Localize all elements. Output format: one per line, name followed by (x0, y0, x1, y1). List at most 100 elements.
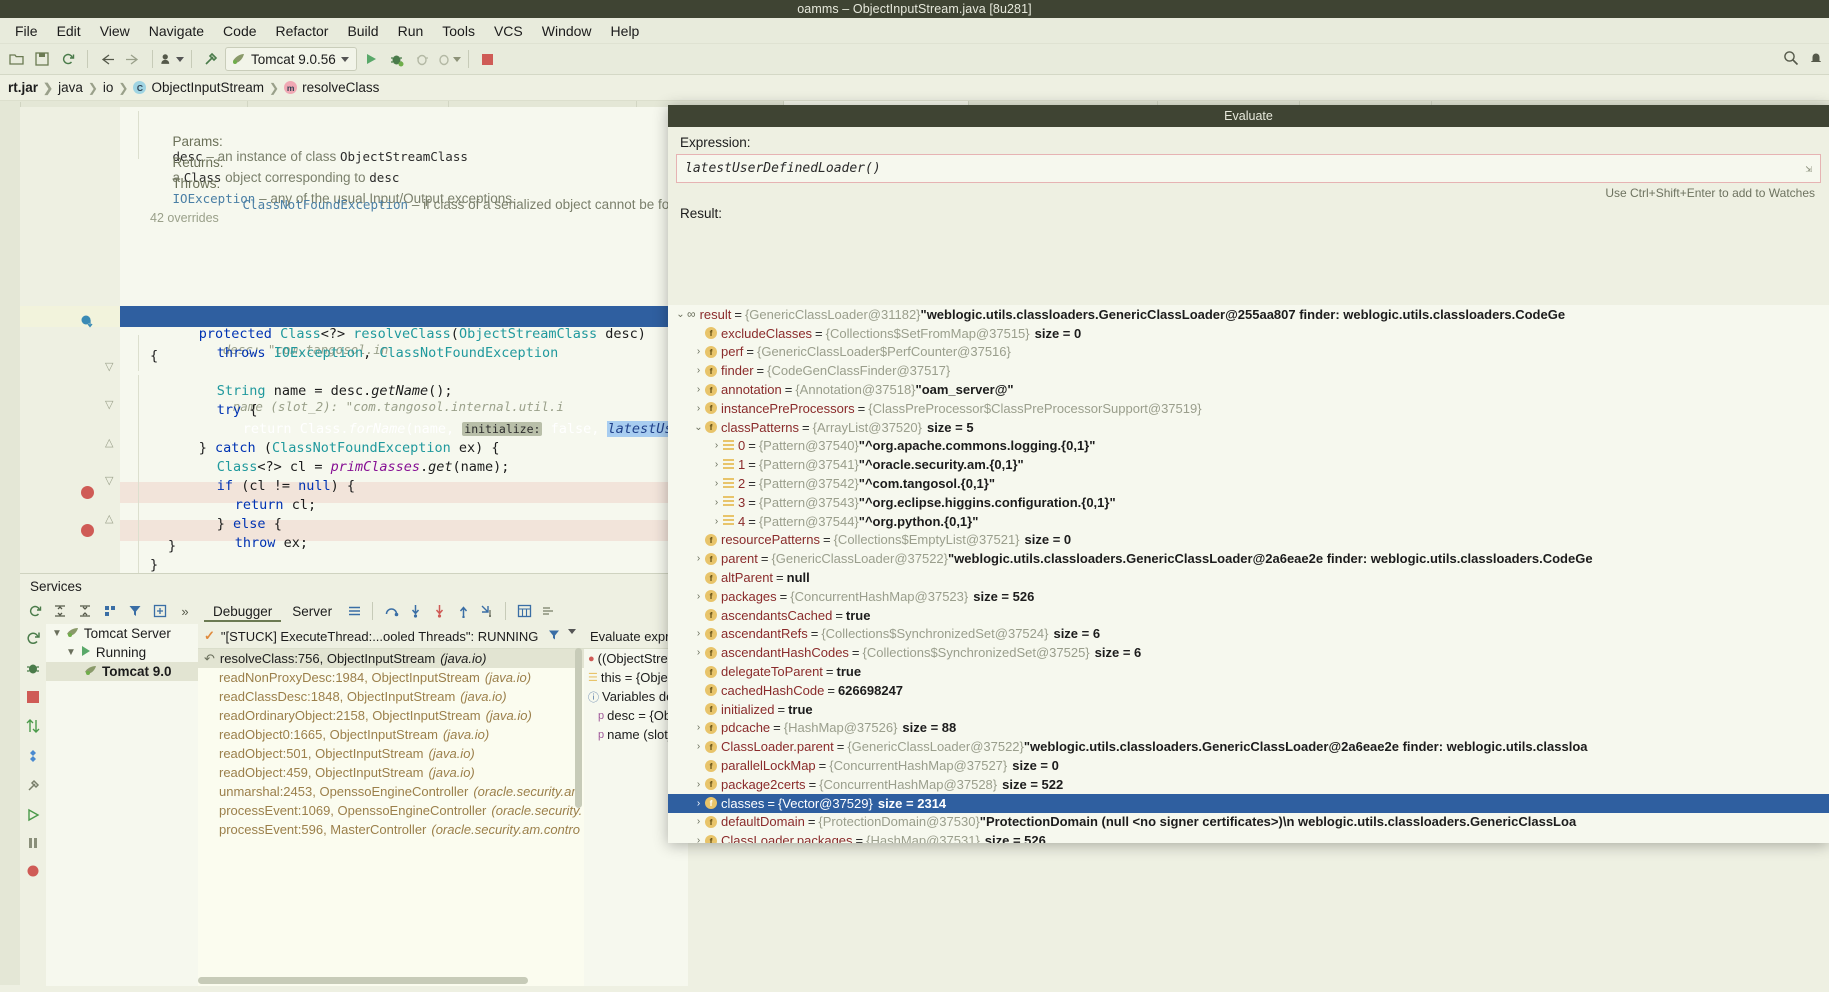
tab-server[interactable]: Server (283, 601, 341, 622)
chevron-right-icon[interactable]: › (692, 798, 705, 809)
breadcrumb-item-objectinputstream[interactable]: C ObjectInputStream ❯ (133, 80, 279, 95)
result-tree-row[interactable]: f resourcePatterns = {Collections$EmptyList… (668, 531, 1829, 550)
services-tree-row-running[interactable]: ▼ Running (46, 643, 198, 662)
stop-icon[interactable] (26, 690, 40, 707)
frame-row-9[interactable]: processEvent:596, MasterController (orac… (198, 820, 584, 839)
expand-editor-icon[interactable]: ⇲ (1805, 162, 1820, 175)
build-hammer-icon[interactable] (199, 47, 223, 71)
fold-marker-761[interactable]: △ (105, 512, 113, 525)
add-icon[interactable] (149, 600, 171, 622)
evaluate-icon[interactable] (513, 600, 535, 622)
chevron-right-icon[interactable]: › (692, 722, 705, 733)
force-step-into-icon[interactable] (428, 600, 450, 622)
chevron-right-icon[interactable]: › (710, 478, 723, 489)
result-tree-row[interactable]: › f defaultDomain = {ProtectionDomain@37530}… (668, 813, 1829, 832)
result-tree-row[interactable]: › f annotation = {Annotation@37518} "oam_ser… (668, 380, 1829, 399)
breakpoint-icon-762[interactable] (81, 524, 94, 537)
frame-row-0[interactable]: ↶ resolveClass:756, ObjectInputStream (j… (198, 649, 584, 668)
search-icon[interactable] (1783, 50, 1799, 69)
result-tree-row[interactable]: f cachedHashCode = 626698247 (668, 681, 1829, 700)
result-tree-row[interactable]: › f ClassLoader.parent = {GenericClassLoader… (668, 737, 1829, 756)
result-tree-row[interactable]: › 2 = {Pattern@37542} "^com.tangosol.{0,1}" (668, 474, 1829, 493)
result-tree-row[interactable]: › f perf = {GenericClassLoader$PerfCounter@3… (668, 343, 1829, 362)
menu-refactor[interactable]: Refactor (267, 20, 338, 42)
sync-icon[interactable] (56, 47, 80, 71)
group-icon[interactable] (99, 600, 121, 622)
result-tree-row[interactable]: › f ClassLoader.packages = {HashMap@37531} si… (668, 831, 1829, 843)
breadcrumb-item-resolveclass[interactable]: m resolveClass (284, 80, 379, 95)
chevron-right-icon[interactable]: › (710, 440, 723, 451)
debug-icon[interactable] (25, 660, 41, 679)
stop-icon[interactable] (476, 47, 500, 71)
menu-window[interactable]: Window (533, 20, 601, 42)
chevron-down-icon[interactable] (340, 56, 349, 62)
services-tree-row-tomcat-instance[interactable]: Tomcat 9.0 (46, 662, 198, 681)
result-tree-row[interactable]: › 1 = {Pattern@37541} "^oracle.security.am.… (668, 455, 1829, 474)
overrides-gutter-label[interactable]: 42 overrides (150, 211, 219, 225)
profile-icon[interactable] (160, 47, 184, 71)
result-tree-row[interactable]: › 3 = {Pattern@37543} "^org.eclipse.higgins… (668, 493, 1829, 512)
menu-build[interactable]: Build (338, 20, 387, 42)
result-tree-row[interactable]: › f package2certs = {ConcurrentHashMap@37528… (668, 775, 1829, 794)
javadoc-throws-link-2[interactable]: ClassNotFoundException (243, 197, 409, 212)
chevron-down-icon[interactable]: ⌄ (674, 309, 687, 320)
chevron-down-icon[interactable]: ▼ (52, 628, 62, 639)
pause-icon[interactable] (26, 836, 40, 853)
result-tree-row[interactable]: › f packages = {ConcurrentHashMap@37523} size… (668, 587, 1829, 606)
mute-breakpoints-icon[interactable] (537, 600, 559, 622)
result-tree-row[interactable]: › 4 = {Pattern@37544} "^org.python.{0,1}" (668, 512, 1829, 531)
menu-tools[interactable]: Tools (433, 20, 484, 42)
chevron-right-icon[interactable]: › (692, 628, 705, 639)
chevron-right-icon[interactable]: › (692, 816, 705, 827)
fold-marker-757[interactable]: △ (105, 436, 113, 449)
result-tree-row[interactable]: ⌄ ∞ result = {GenericClassLoader@31182} "web… (668, 305, 1829, 324)
more-icon[interactable]: » (174, 600, 196, 622)
menu-file[interactable]: File (6, 20, 47, 42)
run-configuration-selector[interactable]: Tomcat 9.0.56 (225, 47, 357, 71)
run-icon[interactable] (359, 47, 383, 71)
result-tree-row[interactable]: › f finder = {CodeGenClassFinder@37517} (668, 361, 1829, 380)
chevron-right-icon[interactable]: › (692, 779, 705, 790)
menu-edit[interactable]: Edit (48, 20, 90, 42)
fold-marker-755[interactable]: ▽ (105, 398, 113, 411)
step-icon[interactable] (25, 718, 41, 737)
menu-run[interactable]: Run (389, 20, 433, 42)
services-tree-row-tomcat-server[interactable]: ▼ Tomcat Server (46, 624, 198, 643)
settings-icon[interactable] (25, 778, 41, 797)
chevron-right-icon[interactable]: › (710, 497, 723, 508)
result-tree[interactable]: ⌄ ∞ result = {GenericClassLoader@31182} "web… (668, 305, 1829, 843)
breadcrumb-item-rtjar[interactable]: rt.jar ❯ (8, 80, 53, 95)
frame-row-2[interactable]: readClassDesc:1848, ObjectInputStream (j… (198, 687, 584, 706)
filter-icon[interactable] (548, 629, 560, 644)
expression-input[interactable]: latestUserDefinedLoader() ⇲ (676, 154, 1821, 183)
frame-row-1[interactable]: readNonProxyDesc:1984, ObjectInputStream… (198, 668, 584, 687)
frames-horizontal-scrollbar[interactable] (198, 977, 528, 984)
menu-navigate[interactable]: Navigate (140, 20, 213, 42)
frames-scrollbar[interactable] (575, 648, 582, 808)
chevron-right-icon[interactable]: › (710, 459, 723, 470)
result-tree-row[interactable]: › f parent = {GenericClassLoader@37522} "web… (668, 549, 1829, 568)
result-tree-row[interactable]: › f ascendantHashCodes = {Collections$Synchr… (668, 643, 1829, 662)
frame-row-7[interactable]: unmarshal:2453, OpenssoEngineController … (198, 782, 584, 801)
step-out-icon[interactable] (452, 600, 474, 622)
chevron-down-icon[interactable]: ▼ (66, 647, 76, 658)
open-folder-icon[interactable] (4, 47, 28, 71)
menu-help[interactable]: Help (602, 20, 649, 42)
sidebar-item-project[interactable]: Project (0, 110, 6, 146)
result-tree-row[interactable]: › f classes = {Vector@37529} size = 2314 (668, 793, 1829, 813)
chevron-right-icon[interactable]: › (692, 384, 705, 395)
result-tree-row[interactable]: ⌄ f classPatterns = {ArrayList@37520} size = … (668, 418, 1829, 437)
result-tree-row[interactable]: › f pdcache = {HashMap@37526} size = 88 (668, 719, 1829, 738)
chevron-right-icon[interactable]: › (692, 365, 705, 376)
result-tree-row[interactable]: › f instancePreProcessors = {ClassPreProcess… (668, 399, 1829, 418)
expand-all-icon[interactable] (49, 600, 71, 622)
result-tree-row[interactable]: › f ascendantRefs = {Collections$Synchronize… (668, 625, 1829, 644)
rerun-icon[interactable] (24, 600, 46, 622)
fold-marker-759[interactable]: ▽ (105, 474, 113, 487)
frame-row-8[interactable]: processEvent:1069, OpenssoEngineControll… (198, 801, 584, 820)
sidebar-item-structure[interactable]: Structure (0, 862, 6, 909)
coverage-icon[interactable] (411, 47, 435, 71)
breadcrumb-item-java[interactable]: java ❯ (58, 80, 98, 95)
step-into-icon[interactable] (404, 600, 426, 622)
chevron-right-icon[interactable]: › (710, 516, 723, 527)
